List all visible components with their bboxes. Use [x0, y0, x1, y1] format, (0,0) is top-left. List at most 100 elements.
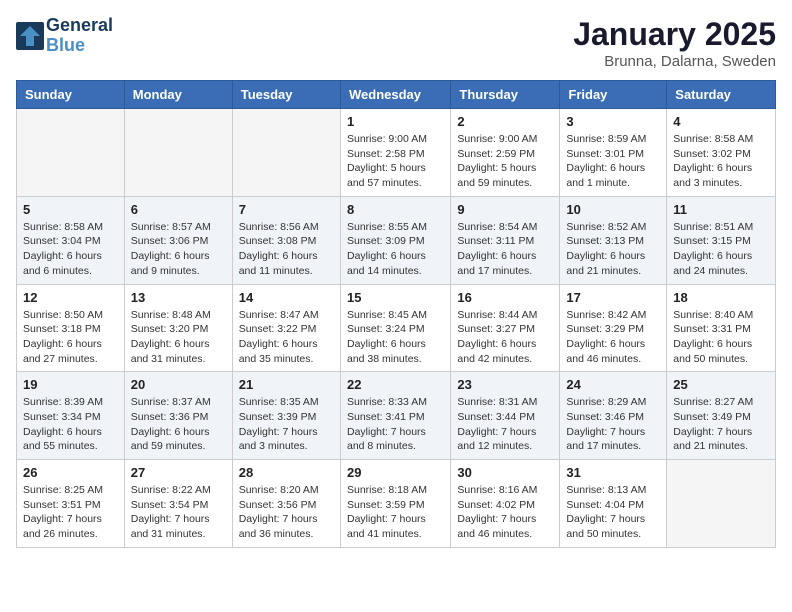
day-info: Sunrise: 8:37 AM Sunset: 3:36 PM Dayligh… — [131, 395, 226, 454]
calendar-day-cell: 9 Sunrise: 8:54 AM Sunset: 3:11 PM Daylig… — [451, 196, 560, 284]
calendar-day-cell — [232, 109, 340, 197]
day-number: 30 — [457, 465, 553, 480]
day-number: 15 — [347, 290, 444, 305]
calendar-day-cell — [124, 109, 232, 197]
day-info: Sunrise: 8:25 AM Sunset: 3:51 PM Dayligh… — [23, 483, 118, 542]
calendar-week-row: 1Sunrise: 9:00 AM Sunset: 2:58 PM Daylig… — [17, 109, 776, 197]
calendar-day-cell: 16 Sunrise: 8:44 AM Sunset: 3:27 PM Dayli… — [451, 284, 560, 372]
logo-icon — [16, 22, 44, 50]
calendar-day-cell: 13 Sunrise: 8:48 AM Sunset: 3:20 PM Dayli… — [124, 284, 232, 372]
day-info: Sunrise: 8:58 AM Sunset: 3:02 PM Dayligh… — [673, 132, 769, 191]
day-info: Sunrise: 8:35 AM Sunset: 3:39 PM Dayligh… — [239, 395, 334, 454]
calendar-day-cell: 8 Sunrise: 8:55 AM Sunset: 3:09 PM Daylig… — [340, 196, 450, 284]
day-info: Sunrise: 8:18 AM Sunset: 3:59 PM Dayligh… — [347, 483, 444, 542]
day-info: Sunrise: 8:33 AM Sunset: 3:41 PM Dayligh… — [347, 395, 444, 454]
day-info: Sunrise: 8:39 AM Sunset: 3:34 PM Dayligh… — [23, 395, 118, 454]
title-block: January 2025 Brunna, Dalarna, Sweden — [573, 16, 776, 70]
day-number: 19 — [23, 377, 118, 392]
day-info: Sunrise: 8:57 AM Sunset: 3:06 PM Dayligh… — [131, 220, 226, 279]
day-number: 24 — [566, 377, 660, 392]
calendar-day-cell: 12 Sunrise: 8:50 AM Sunset: 3:18 PM Dayli… — [17, 284, 125, 372]
day-number: 1 — [347, 114, 444, 129]
day-number: 12 — [23, 290, 118, 305]
logo: General Blue — [16, 16, 113, 56]
calendar-day-cell: 4 Sunrise: 8:58 AM Sunset: 3:02 PM Daylig… — [667, 109, 776, 197]
calendar-day-cell — [17, 109, 125, 197]
col-header-thursday: Thursday — [451, 81, 560, 109]
day-number: 8 — [347, 202, 444, 217]
day-info: Sunrise: 8:44 AM Sunset: 3:27 PM Dayligh… — [457, 308, 553, 367]
day-number: 23 — [457, 377, 553, 392]
location: Brunna, Dalarna, Sweden — [573, 53, 776, 70]
day-number: 6 — [131, 202, 226, 217]
day-number: 16 — [457, 290, 553, 305]
day-number: 28 — [239, 465, 334, 480]
day-info: Sunrise: 8:55 AM Sunset: 3:09 PM Dayligh… — [347, 220, 444, 279]
day-info: Sunrise: 8:13 AM Sunset: 4:04 PM Dayligh… — [566, 483, 660, 542]
calendar-day-cell: 17Sunrise: 8:42 AM Sunset: 3:29 PM Dayli… — [560, 284, 667, 372]
day-info: Sunrise: 8:51 AM Sunset: 3:15 PM Dayligh… — [673, 220, 769, 279]
day-number: 10 — [566, 202, 660, 217]
day-info: Sunrise: 8:27 AM Sunset: 3:49 PM Dayligh… — [673, 395, 769, 454]
col-header-wednesday: Wednesday — [340, 81, 450, 109]
day-number: 25 — [673, 377, 769, 392]
calendar-day-cell: 22Sunrise: 8:33 AM Sunset: 3:41 PM Dayli… — [340, 372, 450, 460]
calendar-day-cell: 7 Sunrise: 8:56 AM Sunset: 3:08 PM Daylig… — [232, 196, 340, 284]
calendar-week-row: 19 Sunrise: 8:39 AM Sunset: 3:34 PM Dayli… — [17, 372, 776, 460]
month-title: January 2025 — [573, 16, 776, 53]
calendar-day-cell: 31 Sunrise: 8:13 AM Sunset: 4:04 PM Dayli… — [560, 460, 667, 548]
calendar-week-row: 12 Sunrise: 8:50 AM Sunset: 3:18 PM Dayli… — [17, 284, 776, 372]
calendar-day-cell: 20 Sunrise: 8:37 AM Sunset: 3:36 PM Dayli… — [124, 372, 232, 460]
calendar-day-cell: 1Sunrise: 9:00 AM Sunset: 2:58 PM Daylig… — [340, 109, 450, 197]
day-info: Sunrise: 8:56 AM Sunset: 3:08 PM Dayligh… — [239, 220, 334, 279]
day-info: Sunrise: 8:47 AM Sunset: 3:22 PM Dayligh… — [239, 308, 334, 367]
day-number: 2 — [457, 114, 553, 129]
day-info: Sunrise: 8:40 AM Sunset: 3:31 PM Dayligh… — [673, 308, 769, 367]
day-number: 29 — [347, 465, 444, 480]
logo-line2: Blue — [46, 36, 113, 56]
logo-line1: General — [46, 16, 113, 36]
day-number: 18 — [673, 290, 769, 305]
day-info: Sunrise: 8:48 AM Sunset: 3:20 PM Dayligh… — [131, 308, 226, 367]
calendar-day-cell — [667, 460, 776, 548]
day-number: 31 — [566, 465, 660, 480]
calendar-day-cell: 3 Sunrise: 8:59 AM Sunset: 3:01 PM Daylig… — [560, 109, 667, 197]
col-header-sunday: Sunday — [17, 81, 125, 109]
col-header-saturday: Saturday — [667, 81, 776, 109]
calendar-day-cell: 25 Sunrise: 8:27 AM Sunset: 3:49 PM Dayli… — [667, 372, 776, 460]
day-number: 26 — [23, 465, 118, 480]
calendar-day-cell: 26 Sunrise: 8:25 AM Sunset: 3:51 PM Dayli… — [17, 460, 125, 548]
page-header: General Blue January 2025 Brunna, Dalarn… — [16, 16, 776, 70]
calendar-week-row: 5Sunrise: 8:58 AM Sunset: 3:04 PM Daylig… — [17, 196, 776, 284]
day-info: Sunrise: 8:16 AM Sunset: 4:02 PM Dayligh… — [457, 483, 553, 542]
calendar-table: SundayMondayTuesdayWednesdayThursdayFrid… — [16, 80, 776, 548]
day-number: 20 — [131, 377, 226, 392]
day-number: 13 — [131, 290, 226, 305]
day-number: 27 — [131, 465, 226, 480]
calendar-day-cell: 21 Sunrise: 8:35 AM Sunset: 3:39 PM Dayli… — [232, 372, 340, 460]
day-info: Sunrise: 9:00 AM Sunset: 2:59 PM Dayligh… — [457, 132, 553, 191]
calendar-day-cell: 14Sunrise: 8:47 AM Sunset: 3:22 PM Dayli… — [232, 284, 340, 372]
calendar-day-cell: 24 Sunrise: 8:29 AM Sunset: 3:46 PM Dayli… — [560, 372, 667, 460]
calendar-day-cell: 19 Sunrise: 8:39 AM Sunset: 3:34 PM Dayli… — [17, 372, 125, 460]
day-number: 21 — [239, 377, 334, 392]
calendar-day-cell: 28 Sunrise: 8:20 AM Sunset: 3:56 PM Dayli… — [232, 460, 340, 548]
day-number: 7 — [239, 202, 334, 217]
col-header-friday: Friday — [560, 81, 667, 109]
day-info: Sunrise: 8:20 AM Sunset: 3:56 PM Dayligh… — [239, 483, 334, 542]
calendar-day-cell: 6 Sunrise: 8:57 AM Sunset: 3:06 PM Daylig… — [124, 196, 232, 284]
day-info: Sunrise: 8:50 AM Sunset: 3:18 PM Dayligh… — [23, 308, 118, 367]
day-info: Sunrise: 8:29 AM Sunset: 3:46 PM Dayligh… — [566, 395, 660, 454]
calendar-header-row: SundayMondayTuesdayWednesdayThursdayFrid… — [17, 81, 776, 109]
day-number: 4 — [673, 114, 769, 129]
day-info: Sunrise: 8:45 AM Sunset: 3:24 PM Dayligh… — [347, 308, 444, 367]
calendar-day-cell: 2 Sunrise: 9:00 AM Sunset: 2:59 PM Daylig… — [451, 109, 560, 197]
day-info: Sunrise: 8:54 AM Sunset: 3:11 PM Dayligh… — [457, 220, 553, 279]
day-number: 9 — [457, 202, 553, 217]
calendar-week-row: 26 Sunrise: 8:25 AM Sunset: 3:51 PM Dayli… — [17, 460, 776, 548]
calendar-day-cell: 23Sunrise: 8:31 AM Sunset: 3:44 PM Dayli… — [451, 372, 560, 460]
day-number: 3 — [566, 114, 660, 129]
day-info: Sunrise: 8:59 AM Sunset: 3:01 PM Dayligh… — [566, 132, 660, 191]
day-info: Sunrise: 8:58 AM Sunset: 3:04 PM Dayligh… — [23, 220, 118, 279]
calendar-day-cell: 18 Sunrise: 8:40 AM Sunset: 3:31 PM Dayli… — [667, 284, 776, 372]
